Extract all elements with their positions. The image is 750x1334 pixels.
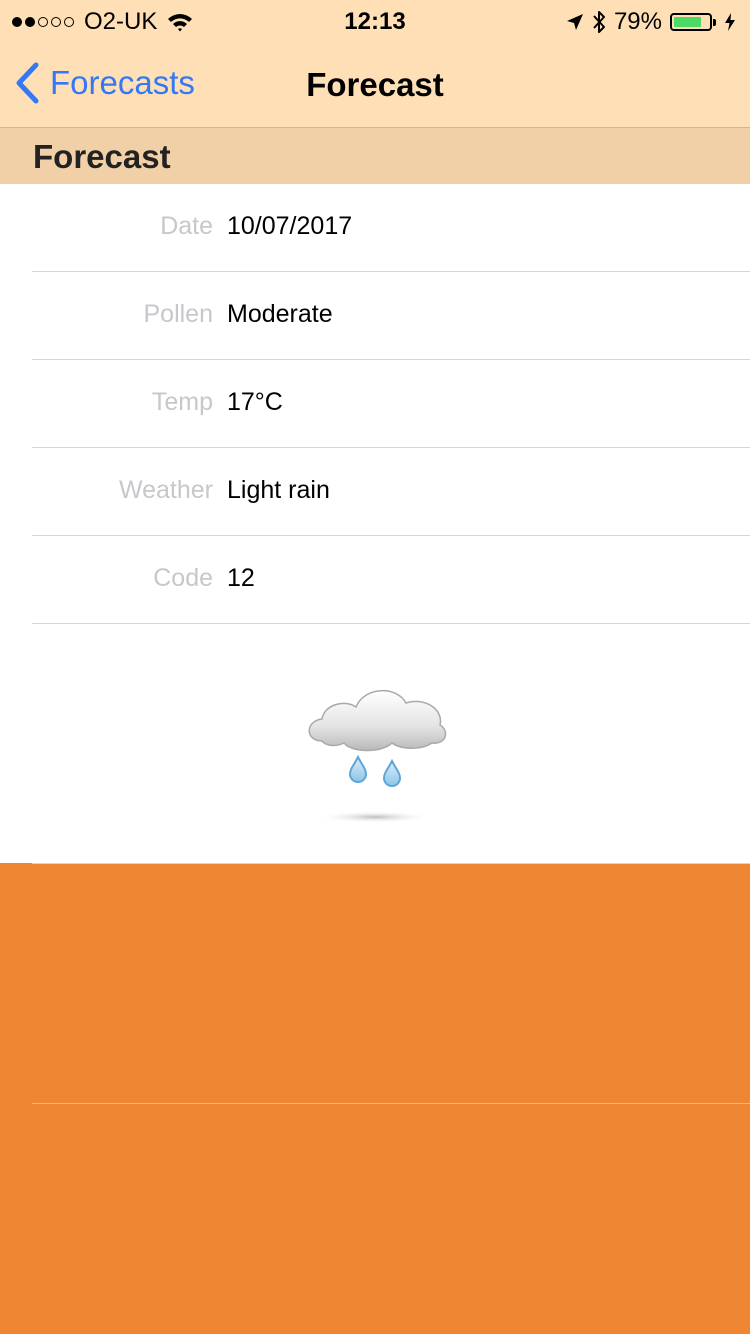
status-bar: O2-UK 12:13 79% [0,0,750,40]
location-arrow-icon [566,14,583,30]
detail-row-date: Date 10/07/2017 [32,184,750,272]
detail-label: Date [160,212,213,240]
light-rain-cloud-icon [308,689,447,823]
weather-icon-container [0,624,750,863]
empty-cell [0,1104,750,1334]
charging-bolt-icon [725,13,735,31]
detail-row-weather: Weather Light rain [32,448,750,536]
detail-label: Pollen [143,300,214,328]
detail-row-temp: Temp 17°C [32,360,750,448]
detail-value: 12 [227,564,255,592]
empty-cell [0,864,750,1103]
battery-level-fill [674,17,701,27]
status-right: 79% [566,8,736,36]
detail-row-code: Code 12 [32,536,750,624]
bluetooth-icon [593,11,605,33]
detail-label: Code [153,564,213,592]
detail-value: 10/07/2017 [227,212,353,240]
detail-value: 17°C [227,388,283,416]
battery-percentage: 79% [613,8,662,35]
detail-value: Moderate [227,300,333,328]
section-header: Forecast [0,128,750,184]
detail-value: Light rain [227,476,330,504]
forecast-details-card: Date 10/07/2017 Pollen Moderate Temp 17°… [0,184,750,863]
section-header-title: Forecast [33,138,171,175]
detail-row-pollen: Pollen Moderate [32,272,750,360]
page-title: Forecast [306,66,444,103]
detail-label: Temp [151,388,213,416]
detail-label: Weather [118,476,213,504]
battery-icon [670,13,716,31]
navigation-bar: Forecasts Forecast [0,40,750,128]
